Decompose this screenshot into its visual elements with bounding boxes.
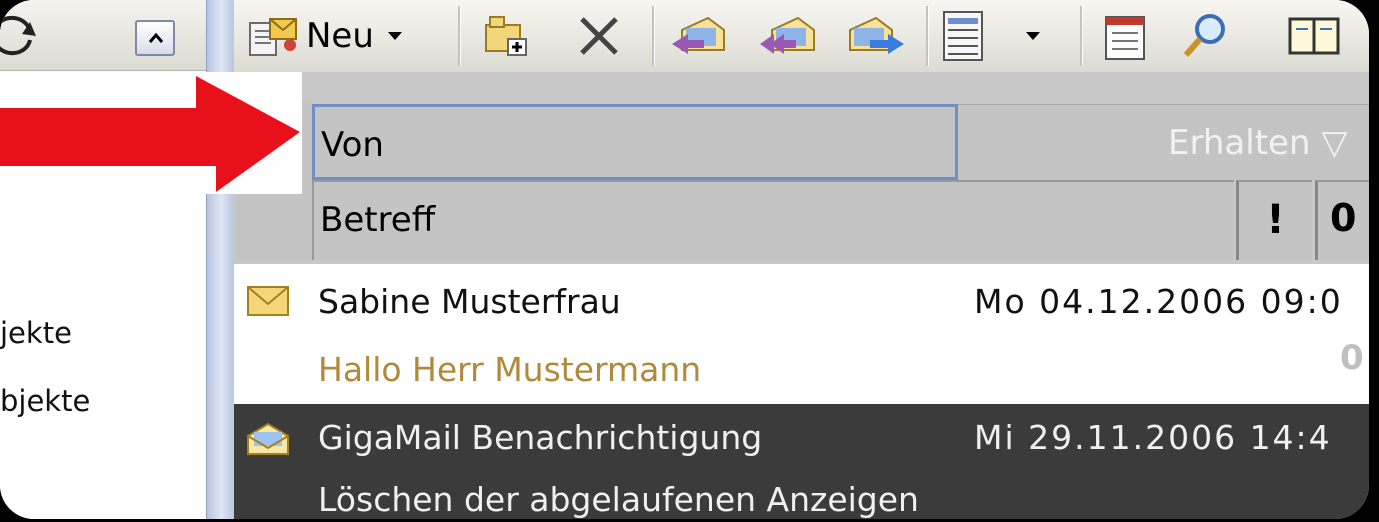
reply-all-button[interactable] xyxy=(758,10,818,62)
view-button[interactable] xyxy=(940,10,1040,62)
attachment-icon: 0 xyxy=(1340,338,1364,378)
column-header-received-label: Erhalten ▽ xyxy=(1168,123,1347,163)
column-header-subject-label: Betreff xyxy=(320,200,436,240)
new-dropdown-arrow-icon[interactable] xyxy=(387,32,402,40)
collapse-pane-button[interactable] xyxy=(135,20,175,56)
sidebar-item-folder-1[interactable]: jekte xyxy=(0,316,72,350)
refresh-icon[interactable] xyxy=(0,14,38,58)
importance-icon: ! xyxy=(1266,197,1285,243)
message-row[interactable]: Sabine Musterfrau Mo 04.12.2006 09:0 Hal… xyxy=(234,264,1369,404)
column-header-from[interactable]: Von xyxy=(312,104,958,180)
sort-descending-icon: ▽ xyxy=(1321,123,1348,163)
delete-button[interactable] xyxy=(574,10,624,62)
message-date: Mo 04.12.2006 09:0 xyxy=(974,282,1343,321)
toolbar-separator xyxy=(1080,6,1083,66)
envelope-closed-icon xyxy=(247,286,289,316)
column-header-subject[interactable]: Betreff xyxy=(312,180,1234,260)
book-icon xyxy=(1288,17,1340,55)
new-mail-button[interactable]: Neu xyxy=(246,10,402,62)
search-icon xyxy=(1183,14,1225,57)
toolbar-separator xyxy=(926,6,929,66)
view-dropdown-arrow-icon[interactable] xyxy=(1026,32,1040,40)
forward-button[interactable] xyxy=(846,10,906,62)
navigation-pane-header xyxy=(0,0,206,71)
new-button-label: Neu xyxy=(306,16,374,56)
delete-icon xyxy=(580,17,618,55)
outlook-window: jekte bjekte Neu Von Erhalten ▽ Betreff … xyxy=(0,0,1369,519)
column-header-received[interactable]: Erhalten ▽ xyxy=(958,104,1369,180)
move-to-folder-button[interactable] xyxy=(480,10,532,62)
toolbar-separator xyxy=(652,6,655,66)
column-header-importance[interactable]: ! xyxy=(1236,180,1312,260)
reply-button[interactable] xyxy=(668,10,728,62)
message-subject: Hallo Herr Mustermann xyxy=(318,350,702,389)
reply-all-icon xyxy=(760,16,815,54)
toolbar: Neu xyxy=(234,0,1369,73)
received-label-text: Erhalten xyxy=(1168,123,1311,163)
message-subject: Löschen der abgelaufenen Anzeigen xyxy=(318,480,919,519)
address-book-book-button[interactable] xyxy=(1284,10,1344,62)
move-to-folder-icon xyxy=(485,16,527,56)
toolbar-separator xyxy=(458,6,461,66)
new-mail-icon xyxy=(249,18,297,56)
chevron-up-icon xyxy=(148,32,164,43)
message-sender: GigaMail Benachrichtigung xyxy=(318,418,763,457)
message-date: Mi 29.11.2006 14:4 xyxy=(974,418,1332,457)
red-arrow-icon xyxy=(0,76,300,192)
message-row-selected[interactable]: GigaMail Benachrichtigung Mi 29.11.2006 … xyxy=(234,404,1369,519)
column-header-attachment[interactable]: 0 xyxy=(1315,180,1369,260)
sidebar-item-folder-2[interactable]: bjekte xyxy=(0,384,90,418)
message-list-icon xyxy=(943,11,983,61)
envelope-open-icon xyxy=(247,422,289,455)
find-button[interactable] xyxy=(1180,10,1230,62)
attachment-header-icon: 0 xyxy=(1330,196,1357,240)
calendar-icon xyxy=(1105,16,1145,60)
column-header-from-label: Von xyxy=(321,125,384,165)
reply-icon xyxy=(672,16,725,54)
message-sender: Sabine Musterfrau xyxy=(318,282,621,321)
address-book-button[interactable] xyxy=(1102,10,1148,62)
forward-icon xyxy=(849,16,904,54)
